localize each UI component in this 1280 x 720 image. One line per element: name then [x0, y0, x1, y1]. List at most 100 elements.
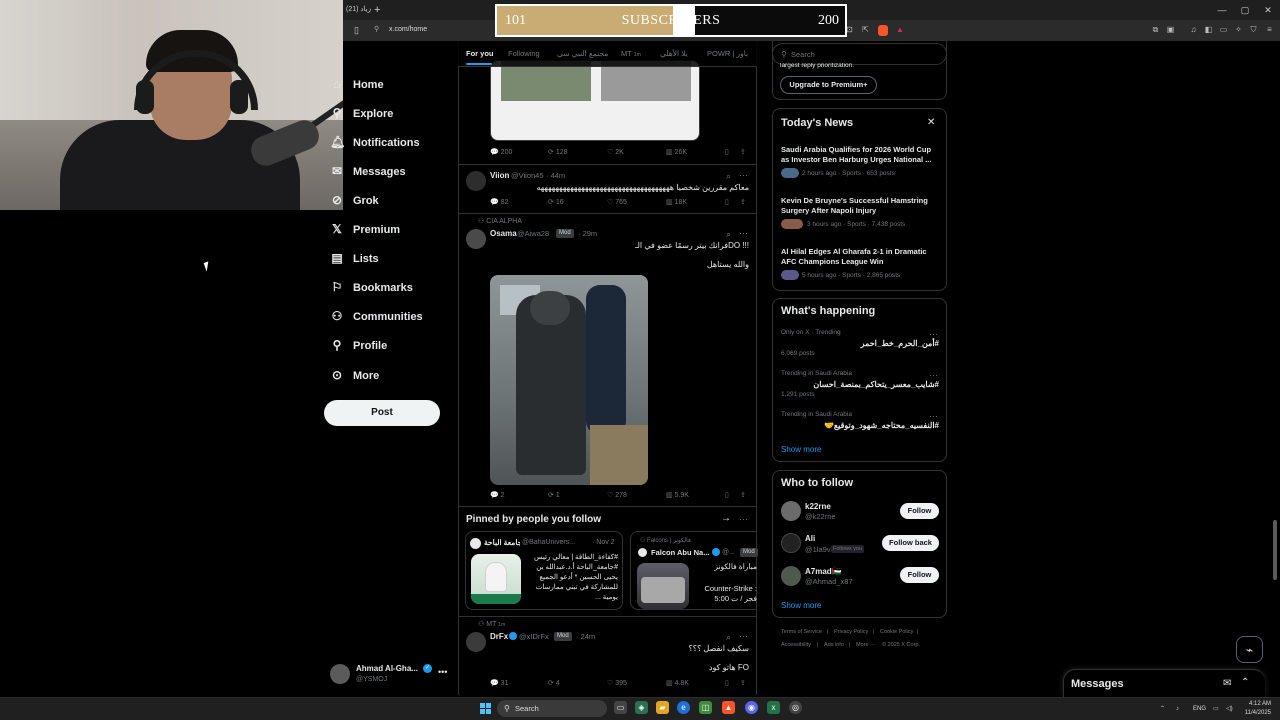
- tweet-handle[interactable]: @Viion45: [511, 170, 544, 181]
- reply-count[interactable]: 💬 2: [490, 491, 505, 501]
- menu-icon[interactable]: ≡: [1264, 24, 1275, 36]
- compose-message-icon[interactable]: ✉: [1223, 677, 1231, 691]
- nav-profile[interactable]: ⚲ Profile: [330, 334, 388, 356]
- nav-more[interactable]: ⊙ More: [330, 364, 379, 386]
- pinned-author[interactable]: Falcon Abu Na...: [651, 547, 709, 558]
- footer-terms[interactable]: Terms of Service: [781, 628, 822, 636]
- minimize-button[interactable]: —: [1214, 3, 1230, 17]
- account-name[interactable]: Ahmad Al-Gha...: [356, 663, 420, 674]
- bookmark-icon[interactable]: ▯: [725, 198, 729, 208]
- news-item[interactable]: Al Hilal Edges Al Gharafa 2-1 in Dramati…: [781, 247, 939, 267]
- store-icon[interactable]: ◫: [699, 701, 712, 714]
- share-icon[interactable]: ⇱: [860, 24, 871, 36]
- tab-community-2[interactable]: يلا الأهلي: [660, 47, 688, 60]
- brave-rewards-icon[interactable]: ▲: [895, 25, 905, 35]
- avatar[interactable]: [466, 229, 486, 249]
- suggested-name[interactable]: Ali: [805, 533, 815, 544]
- tweet-time[interactable]: · 29m: [578, 228, 597, 239]
- tweet-handle[interactable]: @Aiwa28: [517, 228, 549, 239]
- close-window-button[interactable]: ✕: [1260, 3, 1276, 17]
- grok-icon[interactable]: ⌁: [1236, 636, 1263, 663]
- copilot-icon[interactable]: ◈: [635, 701, 648, 714]
- trend-tag[interactable]: #النفسيه_محتاجه_شهود_وتوقيع🤝: [781, 420, 939, 431]
- bookmark-icon[interactable]: ▯: [725, 491, 729, 501]
- nav-notifications[interactable]: 🔔︎ Notifications: [330, 131, 420, 153]
- file-explorer-icon[interactable]: ▰: [656, 701, 669, 714]
- maximize-button[interactable]: ▢: [1237, 3, 1253, 17]
- tab-community-3[interactable]: POWR | باور: [707, 47, 748, 60]
- retweet-count[interactable]: ⟳ 4: [548, 679, 560, 689]
- like-count[interactable]: ♡ 278: [607, 491, 627, 501]
- pinned-image[interactable]: [471, 554, 521, 604]
- pinned-handle[interactable]: @...: [722, 547, 735, 558]
- follow-button[interactable]: Follow: [900, 567, 939, 583]
- grok-icon[interactable]: ⌕: [726, 171, 731, 181]
- tweet-author[interactable]: Viion: [490, 170, 509, 181]
- post-button[interactable]: Post: [324, 400, 440, 426]
- footer-privacy[interactable]: Privacy Policy: [834, 628, 868, 636]
- site-info-icon[interactable]: ⚲: [374, 25, 384, 35]
- like-count[interactable]: ♡ 765: [607, 198, 627, 208]
- network-icon[interactable]: ▭: [1213, 705, 1219, 713]
- pinned-author[interactable]: جامعة الباحة: [484, 537, 520, 548]
- trend-tag[interactable]: #شايب_معسر_يتحاكم_بمنصة_احسان: [781, 379, 939, 390]
- windows-start-icon[interactable]: [480, 703, 491, 714]
- share-icon[interactable]: ⇪: [740, 148, 746, 158]
- tweet-image[interactable]: [490, 60, 700, 141]
- reply-count[interactable]: 💬 200: [490, 148, 512, 158]
- avatar[interactable]: [330, 664, 350, 684]
- reply-count[interactable]: 💬 82: [490, 198, 508, 208]
- footer-cookie[interactable]: Cookie Policy: [880, 628, 913, 636]
- messages-drawer[interactable]: Messages ✉ ⌃: [1063, 669, 1265, 697]
- share-icon[interactable]: ⇪: [740, 491, 746, 501]
- tweet-handle[interactable]: @xIDrFx: [519, 631, 549, 642]
- footer-more[interactable]: More ···: [856, 641, 876, 649]
- nav-communities[interactable]: ⚇ Communities: [330, 305, 423, 327]
- media-icon[interactable]: ♫: [1188, 24, 1199, 36]
- view-count[interactable]: ▥ 18K: [666, 198, 687, 208]
- wallet-icon[interactable]: ▭: [1218, 24, 1229, 36]
- nav-premium[interactable]: 𝕏 Premium: [330, 218, 400, 240]
- avatar[interactable]: [781, 566, 801, 586]
- clock-time[interactable]: 4:12 AM: [1243, 700, 1271, 708]
- tab-for-you[interactable]: For you: [466, 47, 494, 60]
- expand-icon[interactable]: ⌃: [1241, 676, 1249, 690]
- mic-icon[interactable]: ♪: [1176, 705, 1179, 713]
- tweet-time[interactable]: · 24m: [576, 631, 595, 642]
- tweet-author[interactable]: DrFx: [490, 631, 508, 642]
- bookmark-icon[interactable]: ▯: [354, 24, 364, 36]
- excel-icon[interactable]: x: [767, 701, 780, 714]
- discord-icon[interactable]: ◉: [745, 701, 758, 714]
- new-tab-button[interactable]: +: [374, 2, 386, 18]
- more-icon[interactable]: ···: [739, 514, 748, 524]
- more-icon[interactable]: ···: [739, 631, 748, 641]
- trend-tag[interactable]: #أمن_الحرم_خط_احمر: [781, 338, 939, 349]
- like-count[interactable]: ♡ 2K: [607, 148, 624, 158]
- avatar[interactable]: [466, 171, 486, 191]
- community-label[interactable]: ⚇ MT 1m: [478, 620, 505, 630]
- extension-icon[interactable]: ⧉: [1150, 24, 1161, 36]
- task-view-icon[interactable]: ▭: [614, 701, 627, 714]
- browser-tab[interactable]: (21) زياد: [343, 2, 371, 18]
- obs-icon[interactable]: ◎: [789, 701, 802, 714]
- taskbar-search[interactable]: ⚲ Search: [497, 700, 607, 717]
- show-more-link[interactable]: Show more: [781, 444, 821, 455]
- follow-button[interactable]: Follow: [900, 503, 939, 519]
- tray-chevron-icon[interactable]: ⌃: [1160, 705, 1165, 713]
- avatar[interactable]: [466, 632, 486, 652]
- close-icon[interactable]: ✕: [927, 117, 935, 129]
- account-more-icon[interactable]: •••: [438, 667, 450, 677]
- share-icon[interactable]: ⇪: [740, 679, 746, 689]
- view-count[interactable]: ▥ 26K: [666, 148, 687, 158]
- leo-icon[interactable]: ✧: [1233, 24, 1244, 36]
- nav-messages[interactable]: ✉ Messages: [330, 160, 406, 182]
- nav-explore[interactable]: ⚲ Explore: [330, 102, 394, 124]
- scrollbar[interactable]: [1273, 520, 1277, 580]
- more-icon[interactable]: ···: [739, 170, 748, 180]
- reply-count[interactable]: 💬 31: [490, 679, 508, 689]
- like-count[interactable]: ♡ 395: [607, 679, 627, 689]
- tab-following[interactable]: Following: [508, 47, 540, 60]
- pinned-time[interactable]: · Nov 2: [592, 537, 615, 548]
- retweet-count[interactable]: ⟳ 128: [548, 148, 568, 158]
- brave-shields-icon[interactable]: [878, 25, 888, 36]
